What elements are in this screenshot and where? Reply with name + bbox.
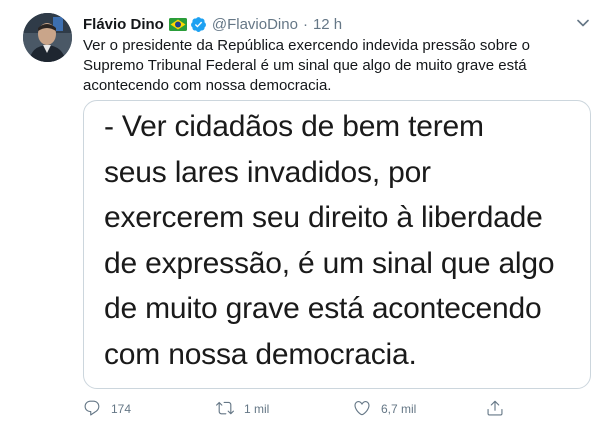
avatar-image [23, 13, 72, 62]
heart-icon [353, 399, 371, 420]
reply-count: 174 [111, 402, 132, 416]
author-handle[interactable]: @FlavioDino [212, 16, 298, 33]
tweet-actions: 174 1 mil 6,7 mil [83, 398, 523, 420]
separator-dot: · [302, 15, 308, 33]
tweet-text: Ver o presidente da República exercendo … [83, 37, 530, 94]
tweet[interactable]: Flávio Dino @FlavioDino · 12 h Ver o pre… [0, 0, 607, 430]
reply-button[interactable]: 174 [83, 398, 131, 420]
like-button[interactable]: 6,7 mil [353, 398, 416, 420]
timestamp[interactable]: 12 h [313, 16, 342, 33]
chevron-down-icon[interactable] [575, 15, 591, 31]
verified-badge-icon [190, 16, 207, 33]
reply-icon [83, 399, 101, 420]
tweet-header: Flávio Dino @FlavioDino · 12 h [83, 14, 342, 34]
avatar[interactable] [23, 13, 72, 62]
retweet-icon [216, 399, 234, 420]
author-name[interactable]: Flávio Dino [83, 16, 164, 33]
like-count: 6,7 mil [381, 402, 417, 416]
share-icon [486, 399, 504, 420]
share-button[interactable] [486, 398, 504, 420]
retweet-button[interactable]: 1 mil [216, 398, 269, 420]
media-image-text: - Ver cidadãos de bem terem seus lares i… [104, 110, 555, 371]
brazil-flag-icon [168, 17, 187, 31]
tweet-media-image[interactable]: - Ver cidadãos de bem terem seus lares i… [83, 100, 591, 389]
retweet-count: 1 mil [244, 402, 270, 416]
